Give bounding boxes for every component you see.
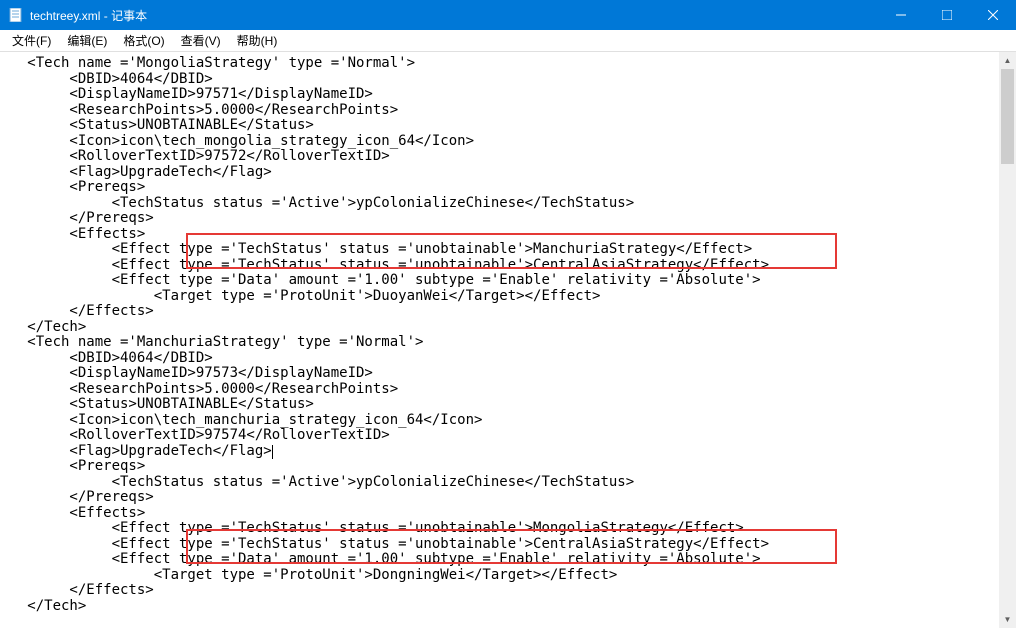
- scrollbar-thumb[interactable]: [1001, 69, 1014, 164]
- menu-format[interactable]: 格式(O): [115, 30, 172, 51]
- editor-line: <Effects>: [2, 227, 1014, 243]
- editor-line: <DBID>4064</DBID>: [2, 351, 1014, 367]
- close-button[interactable]: [970, 0, 1016, 30]
- maximize-button[interactable]: [924, 0, 970, 30]
- editor-line: <ResearchPoints>5.0000</ResearchPoints>: [2, 103, 1014, 119]
- editor-line: <Effect type ='Data' amount ='1.00' subt…: [2, 552, 1014, 568]
- editor-line: <Status>UNOBTAINABLE</Status>: [2, 118, 1014, 134]
- editor-line: <RolloverTextID>97572</RolloverTextID>: [2, 149, 1014, 165]
- editor-line: <ResearchPoints>5.0000</ResearchPoints>: [2, 382, 1014, 398]
- window-controls: [878, 0, 1016, 30]
- editor-line: <RolloverTextID>97574</RolloverTextID>: [2, 428, 1014, 444]
- editor-line: <DisplayNameID>97573</DisplayNameID>: [2, 366, 1014, 382]
- scroll-up-arrow[interactable]: ▲: [999, 52, 1016, 69]
- menu-edit[interactable]: 编辑(E): [59, 30, 115, 51]
- editor-line: <Icon>icon\tech_mongolia_strategy_icon_6…: [2, 134, 1014, 150]
- editor-line: <DisplayNameID>97571</DisplayNameID>: [2, 87, 1014, 103]
- scroll-down-arrow[interactable]: ▼: [999, 611, 1016, 628]
- menu-help[interactable]: 帮助(H): [229, 30, 286, 51]
- titlebar[interactable]: techtreey.xml - 记事本: [0, 0, 1016, 30]
- editor-line: </Effects>: [2, 304, 1014, 320]
- editor-line: <Target type ='ProtoUnit'>DongningWei</T…: [2, 568, 1014, 584]
- editor-line: <Tech name ='ManchuriaStrategy' type ='N…: [2, 335, 1014, 351]
- editor-line: <Effect type ='TechStatus' status ='unob…: [2, 258, 1014, 274]
- editor-line: <Target type ='ProtoUnit'>DuoyanWei</Tar…: [2, 289, 1014, 305]
- window-title: techtreey.xml - 记事本: [30, 7, 878, 24]
- vertical-scrollbar[interactable]: ▲ ▼: [999, 52, 1016, 628]
- editor-line: </Tech>: [2, 599, 1014, 615]
- editor-line: <Prereqs>: [2, 459, 1014, 475]
- editor-line: <Effects>: [2, 506, 1014, 522]
- editor-line: <Prereqs>: [2, 180, 1014, 196]
- text-cursor: [272, 445, 273, 459]
- editor-line: <Effect type ='TechStatus' status ='unob…: [2, 521, 1014, 537]
- editor-line: </Tech>: [2, 320, 1014, 336]
- editor-line: <Flag>UpgradeTech</Flag>: [2, 165, 1014, 181]
- editor-line: <Icon>icon\tech_manchuria_strategy_icon_…: [2, 413, 1014, 429]
- editor-line: <Tech name ='MongoliaStrategy' type ='No…: [2, 56, 1014, 72]
- editor-line: </Prereqs>: [2, 211, 1014, 227]
- notepad-icon: [8, 7, 24, 23]
- menu-file[interactable]: 文件(F): [4, 30, 59, 51]
- minimize-button[interactable]: [878, 0, 924, 30]
- menubar: 文件(F) 编辑(E) 格式(O) 查看(V) 帮助(H): [0, 30, 1016, 52]
- text-editor[interactable]: <Tech name ='MongoliaStrategy' type ='No…: [0, 52, 1016, 628]
- editor-line: </Prereqs>: [2, 490, 1014, 506]
- editor-line: <Status>UNOBTAINABLE</Status>: [2, 397, 1014, 413]
- editor-line: <TechStatus status ='Active'>ypColoniali…: [2, 196, 1014, 212]
- editor-line: <TechStatus status ='Active'>ypColoniali…: [2, 475, 1014, 491]
- menu-view[interactable]: 查看(V): [173, 30, 229, 51]
- editor-line: <Flag>UpgradeTech</Flag>: [2, 444, 1014, 460]
- editor-line: <Effect type ='TechStatus' status ='unob…: [2, 242, 1014, 258]
- editor-line: <Effect type ='TechStatus' status ='unob…: [2, 537, 1014, 553]
- editor-line: <DBID>4064</DBID>: [2, 72, 1014, 88]
- editor-line: </Effects>: [2, 583, 1014, 599]
- editor-line: <Effect type ='Data' amount ='1.00' subt…: [2, 273, 1014, 289]
